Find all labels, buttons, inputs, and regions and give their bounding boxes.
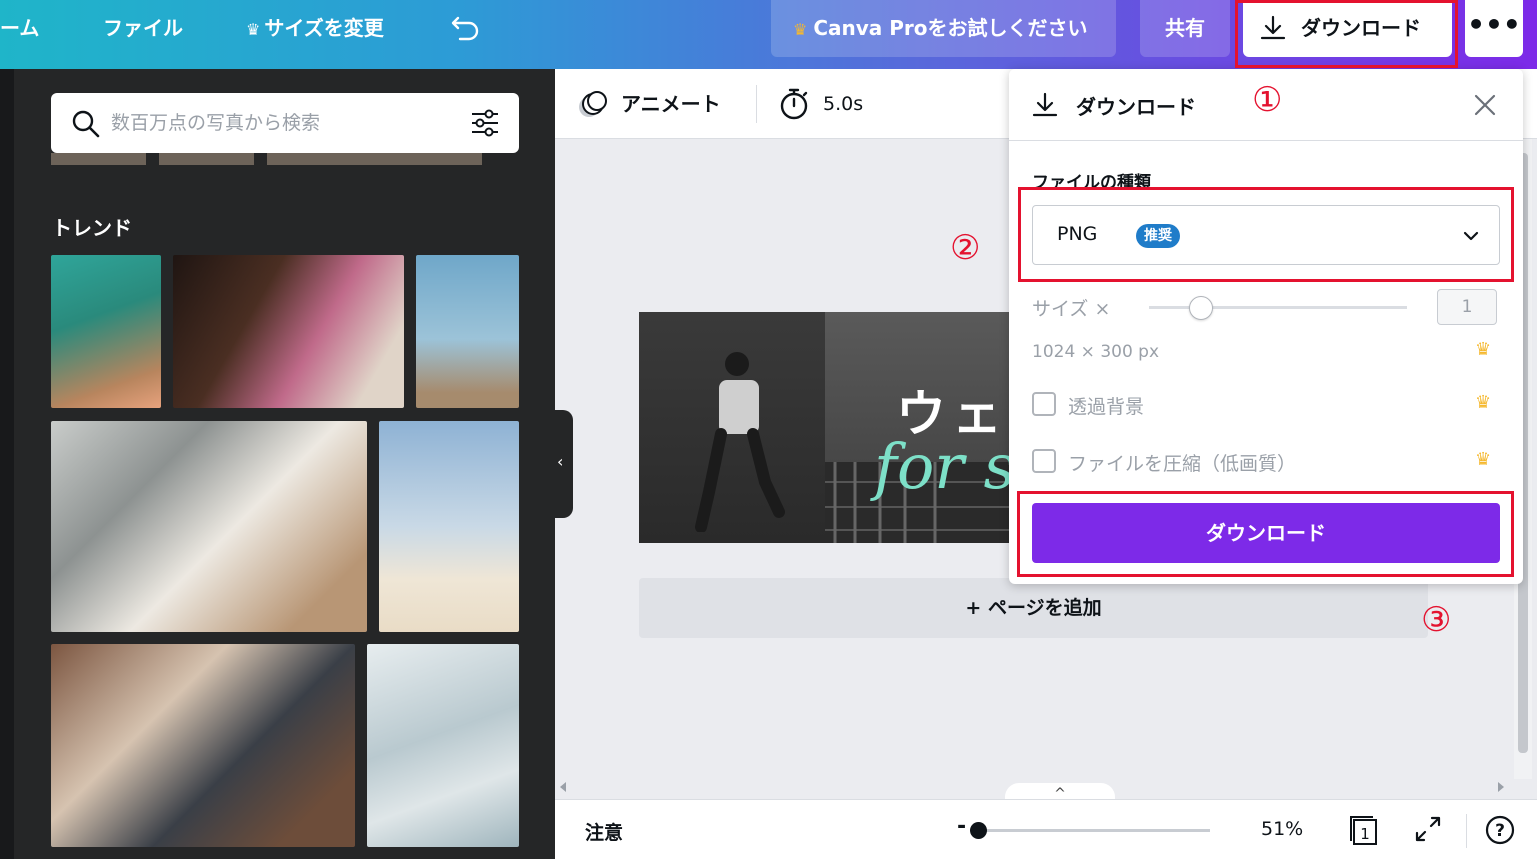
crown-icon: ♛ bbox=[1475, 392, 1492, 413]
more-options-button[interactable]: ••• bbox=[1465, 0, 1523, 57]
size-input[interactable]: 1 bbox=[1437, 289, 1497, 325]
undo-icon[interactable] bbox=[450, 12, 482, 42]
annotation-mark-1: ① bbox=[1252, 80, 1283, 120]
crown-icon: ♛ bbox=[793, 20, 808, 39]
search-icon bbox=[72, 110, 100, 138]
animate-label: アニメート bbox=[621, 92, 721, 116]
search-input[interactable] bbox=[111, 103, 451, 143]
resize-label: サイズを変更 bbox=[264, 16, 384, 40]
duration-value: 5.0s bbox=[823, 93, 864, 115]
chevron-left-icon: ‹ bbox=[557, 452, 564, 471]
dimensions-text: 1024 × 300 px bbox=[1032, 342, 1160, 362]
zoom-slider-handle[interactable] bbox=[970, 822, 987, 839]
annotation-box bbox=[1235, 0, 1458, 68]
photo-thumbnail[interactable] bbox=[367, 644, 519, 847]
photo-thumbnail[interactable] bbox=[267, 153, 482, 165]
filter-icon[interactable] bbox=[469, 107, 501, 139]
design-page[interactable]: ウェ for s bbox=[639, 312, 1029, 543]
file-menu[interactable]: ファイル bbox=[103, 14, 183, 42]
photo-thumbnail[interactable] bbox=[416, 255, 519, 408]
photo-thumbnail[interactable] bbox=[51, 255, 161, 408]
photos-panel: トレンド bbox=[14, 69, 555, 859]
collapse-panel-button[interactable]: ‹ bbox=[555, 410, 573, 518]
photo-thumbnail[interactable] bbox=[51, 153, 146, 165]
bottom-bar: 注意 - 51% 1 ? bbox=[555, 799, 1537, 859]
annotation-mark-3: ③ bbox=[1421, 600, 1452, 640]
person-silhouette bbox=[695, 352, 785, 532]
try-pro-label: Canva Proをお試しください bbox=[813, 16, 1088, 40]
photo-thumbnail[interactable] bbox=[379, 421, 519, 632]
side-rail bbox=[0, 69, 14, 859]
photo-thumbnail[interactable] bbox=[51, 644, 355, 847]
duration-button[interactable]: 5.0s bbox=[779, 87, 863, 121]
photo-thumbnail[interactable] bbox=[159, 153, 254, 165]
close-icon[interactable] bbox=[1473, 93, 1497, 117]
transparent-bg-label: 透過背景 bbox=[1068, 396, 1145, 418]
help-icon[interactable]: ? bbox=[1485, 815, 1515, 845]
home-menu[interactable]: ーム bbox=[0, 14, 39, 42]
size-label: サイズ × bbox=[1032, 298, 1111, 320]
annotation-mark-2: ② bbox=[950, 228, 981, 268]
timer-icon bbox=[780, 88, 808, 120]
svg-text:?: ? bbox=[1495, 821, 1505, 841]
toolbar-divider bbox=[756, 85, 757, 123]
download-panel-title: ダウンロード bbox=[1076, 95, 1196, 119]
crown-icon: ♛ bbox=[1475, 449, 1492, 470]
design-script-text: for s bbox=[874, 430, 1016, 503]
animate-icon bbox=[579, 91, 607, 117]
zoom-level[interactable]: 51% bbox=[1261, 818, 1303, 840]
photo-thumbnail[interactable] bbox=[173, 255, 404, 408]
section-title: トレンド bbox=[52, 216, 132, 240]
size-slider-handle[interactable] bbox=[1189, 296, 1213, 320]
zoom-minus-icon[interactable]: - bbox=[957, 814, 966, 839]
size-slider-track[interactable] bbox=[1149, 306, 1407, 309]
compress-label: ファイルを圧縮（低画質） bbox=[1068, 453, 1297, 475]
page-count-icon[interactable]: 1 bbox=[1348, 814, 1380, 846]
share-button[interactable]: 共有 bbox=[1140, 0, 1230, 57]
crown-icon: ♛ bbox=[246, 20, 261, 39]
annotation-box bbox=[1017, 491, 1514, 577]
try-pro-button[interactable]: ♛ Canva Proをお試しください bbox=[771, 0, 1116, 57]
add-page-button[interactable]: + ページを追加 bbox=[639, 578, 1428, 638]
bottom-divider bbox=[1466, 814, 1467, 848]
download-icon bbox=[1032, 92, 1058, 117]
page-count: 1 bbox=[1360, 825, 1370, 843]
compress-checkbox[interactable] bbox=[1032, 449, 1056, 473]
fullscreen-icon[interactable] bbox=[1413, 814, 1443, 844]
animate-button[interactable]: アニメート bbox=[577, 87, 721, 121]
crown-icon: ♛ bbox=[1475, 339, 1492, 360]
photo-thumbnail[interactable] bbox=[51, 421, 367, 632]
annotation-box bbox=[1018, 187, 1514, 282]
transparent-bg-checkbox[interactable] bbox=[1032, 392, 1056, 416]
resize-button[interactable]: ♛ サイズを変更 bbox=[246, 14, 384, 42]
search-box bbox=[51, 93, 519, 153]
zoom-slider-track[interactable] bbox=[975, 829, 1210, 832]
notes-button[interactable]: 注意 bbox=[585, 818, 623, 845]
